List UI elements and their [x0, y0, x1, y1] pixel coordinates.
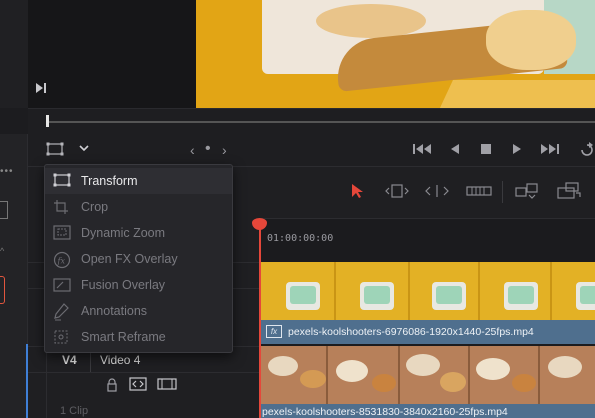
thumb-food — [476, 358, 510, 380]
thumb-separator — [538, 346, 540, 404]
selection-arrow-icon[interactable] — [350, 183, 364, 199]
chevron-up-icon[interactable]: ^ — [0, 246, 8, 256]
thumb-tv — [432, 282, 466, 310]
menu-item-label: Open FX Overlay — [81, 252, 178, 266]
scrubber-playhead[interactable] — [46, 115, 49, 127]
nav-dot: • — [205, 140, 211, 157]
fusion-overlay-icon — [53, 277, 71, 293]
thumb-separator — [398, 346, 400, 404]
stop-icon[interactable] — [480, 143, 492, 155]
clip-name: pexels-koolshooters-8531830-3840x2160-25… — [262, 406, 508, 418]
toolbar-divider — [502, 181, 503, 203]
thumb-tv — [504, 282, 538, 310]
track-visibility-icon[interactable] — [157, 377, 177, 391]
dynamic-trim-icon[interactable] — [425, 183, 449, 199]
thumb-separator — [468, 346, 470, 404]
ruler-timecode: 01:00:00:00 — [267, 233, 334, 244]
track-v4-name[interactable]: Video 4 — [100, 353, 140, 367]
viewer-frame-image[interactable] — [196, 0, 595, 108]
clip-name: pexels-koolshooters-6976086-1920x1440-25… — [288, 326, 534, 338]
nav-next-button[interactable]: › — [222, 142, 227, 158]
menu-item-open-fx[interactable]: fx Open FX Overlay — [45, 246, 232, 272]
play-reverse-icon[interactable] — [449, 142, 461, 156]
thumb-food — [336, 360, 368, 382]
dynamic-zoom-icon — [53, 225, 71, 241]
auto-select-icon[interactable] — [129, 377, 147, 391]
thumb-food — [372, 374, 396, 392]
thumb-separator — [478, 262, 480, 320]
overlay-mode-menu: Transform Crop Dynamic Zoom fx Open FX O… — [44, 164, 233, 353]
track-v4-id: V4 — [62, 353, 77, 367]
menu-item-transform[interactable]: Transform — [45, 168, 232, 194]
menu-item-fusion-overlay[interactable]: Fusion Overlay — [45, 272, 232, 298]
thumb-tv — [286, 282, 320, 310]
left-panel-toggle[interactable] — [0, 201, 8, 219]
thumb-separator — [326, 346, 328, 404]
annotation-pen-icon — [53, 303, 71, 321]
thumb-separator — [550, 262, 552, 320]
clip-thumbnails — [260, 346, 595, 404]
fx-icon: fx — [53, 251, 71, 269]
track-separator — [28, 372, 260, 373]
menu-item-label: Crop — [81, 200, 109, 214]
thumb-separator — [334, 262, 336, 320]
menu-item-label: Fusion Overlay — [81, 278, 166, 292]
menu-item-label: Smart Reframe — [81, 330, 166, 344]
play-icon[interactable] — [511, 142, 523, 156]
thumb-food — [548, 356, 582, 378]
menu-item-crop[interactable]: Crop — [45, 194, 232, 220]
insert-clip-icon[interactable] — [514, 182, 542, 200]
fx-badge-icon: fx — [266, 325, 282, 338]
menu-item-label: Annotations — [81, 304, 148, 318]
loop-icon[interactable] — [579, 142, 595, 156]
transport-bar: ‹ • › — [28, 134, 595, 166]
timeline-playhead-line[interactable] — [259, 226, 261, 418]
crop-icon — [53, 199, 71, 215]
more-options-icon[interactable]: ••• — [0, 166, 20, 178]
menu-item-label: Transform — [81, 174, 138, 188]
clip-label-bar: fx pexels-koolshooters-6976086-1920x1440… — [260, 320, 595, 344]
transform-icon — [53, 173, 71, 189]
timeline-clip[interactable]: fx pexels-koolshooters-6976086-1920x1440… — [260, 262, 595, 344]
skip-forward-icon[interactable] — [540, 142, 560, 156]
lock-icon[interactable] — [106, 378, 118, 392]
menu-item-annotations[interactable]: Annotations — [45, 298, 232, 324]
trim-edit-icon[interactable] — [383, 183, 411, 199]
svg-text:fx: fx — [57, 257, 66, 266]
thumb-separator — [408, 262, 410, 320]
track-clip-count: 1 Clip — [60, 405, 89, 417]
scrubber-track[interactable] — [46, 121, 595, 123]
frame-end-icon[interactable] — [34, 81, 52, 97]
transform-rect-icon[interactable] — [46, 142, 66, 156]
thumb-food — [406, 354, 440, 376]
image-bun — [486, 10, 576, 70]
image-yellow-strip — [439, 80, 595, 108]
thumb-tv — [576, 282, 595, 310]
timeline-clip[interactable]: pexels-koolshooters-8531830-3840x2160-25… — [260, 346, 595, 418]
clip-thumbnails — [260, 262, 595, 320]
thumb-food — [512, 374, 536, 392]
menu-item-label: Dynamic Zoom — [81, 226, 166, 240]
viewer-side-pane — [28, 0, 196, 108]
thumb-food — [440, 372, 466, 392]
overwrite-clip-icon[interactable] — [556, 182, 584, 200]
menu-item-smart-reframe[interactable]: Smart Reframe — [45, 324, 232, 350]
viewer-left-strip — [0, 0, 28, 108]
thumb-food — [300, 370, 326, 388]
skip-back-icon[interactable] — [412, 142, 432, 156]
image-bread — [316, 4, 426, 38]
thumb-food — [268, 356, 298, 376]
blade-icon[interactable] — [466, 184, 492, 198]
menu-item-dynamic-zoom[interactable]: Dynamic Zoom — [45, 220, 232, 246]
thumb-tv — [360, 282, 394, 310]
smart-reframe-icon — [53, 329, 71, 345]
chevron-down-icon[interactable] — [78, 142, 90, 154]
nav-prev-button[interactable]: ‹ — [190, 142, 195, 158]
left-selected-item[interactable] — [0, 276, 5, 304]
